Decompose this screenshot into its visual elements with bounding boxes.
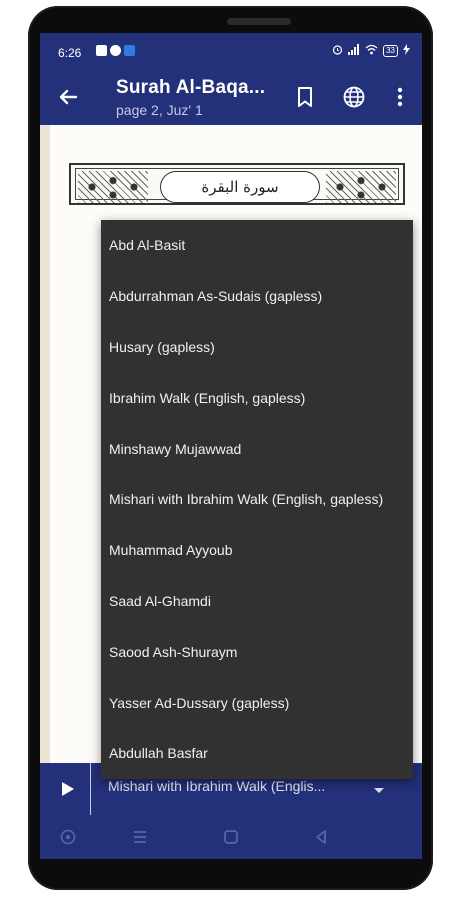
status-bar: 6:26 33: [40, 33, 422, 69]
play-icon: [62, 782, 74, 796]
alarm-icon: [332, 44, 343, 58]
reciter-option[interactable]: Abdurrahman As-Sudais (gapless): [101, 271, 413, 322]
reciter-dropdown-menu: Abd Al-Basit Abdurrahman As-Sudais (gapl…: [101, 220, 413, 779]
accessibility-button[interactable]: [59, 828, 77, 846]
reciter-option[interactable]: Mishari with Ibrahim Walk (English, gapl…: [101, 474, 413, 525]
more-options-button[interactable]: [387, 84, 413, 110]
dropdown-caret-icon: [374, 788, 384, 793]
reciter-option[interactable]: Abdullah Basfar: [101, 728, 413, 779]
app-toolbar: Surah Al-Baqa... page 2, Juz' 1: [40, 69, 422, 125]
accessibility-icon: [60, 829, 76, 845]
reciter-select[interactable]: Mishari with Ibrahim Walk (Englis...: [108, 778, 340, 794]
system-nav-bar: [40, 815, 422, 859]
surah-header-frame: سورة البقرة: [69, 163, 405, 205]
surah-name-header: سورة البقرة: [160, 171, 320, 203]
home-icon: [224, 830, 238, 844]
reciter-option[interactable]: Yasser Ad-Dussary (gapless): [101, 677, 413, 728]
ornament-left: [78, 171, 148, 203]
reciter-option[interactable]: Saood Ash-Shuraym: [101, 626, 413, 677]
page-title: Surah Al-Baqa...: [116, 77, 266, 98]
notification-icon: [96, 45, 107, 56]
battery-icon: 33: [383, 45, 398, 57]
reciter-option[interactable]: Saad Al-Ghamdi: [101, 576, 413, 627]
translation-button[interactable]: [341, 84, 367, 110]
play-button[interactable]: [54, 776, 80, 802]
wifi-icon: [365, 44, 378, 58]
app-screen: 6:26 33 Surah Al-Baqa... page 2, Juz' 1 …: [40, 33, 422, 859]
bookmark-icon: [298, 87, 312, 107]
recents-button[interactable]: [131, 828, 149, 846]
audio-divider: [90, 763, 91, 815]
status-time: 6:26: [58, 46, 82, 60]
globe-icon: [343, 86, 365, 108]
messenger-icon: [110, 45, 121, 56]
home-button[interactable]: [222, 828, 240, 846]
back-nav-button[interactable]: [312, 828, 330, 846]
reciter-select-caret[interactable]: [372, 783, 386, 793]
frame-border: سورة البقرة: [75, 168, 399, 203]
reciter-option[interactable]: Muhammad Ayyoub: [101, 525, 413, 576]
status-left-icons: [96, 45, 135, 56]
status-right-icons: 33: [332, 44, 410, 58]
signal-icon: [348, 44, 360, 58]
charging-icon: [403, 44, 410, 58]
reciter-option[interactable]: Ibrahim Walk (English, gapless): [101, 372, 413, 423]
reciter-option[interactable]: Minshawy Mujawwad: [101, 423, 413, 474]
reciter-option[interactable]: Abd Al-Basit: [101, 220, 413, 271]
back-icon: [316, 830, 326, 844]
more-vert-icon: [397, 87, 403, 107]
bookmark-button[interactable]: [292, 84, 318, 110]
app-icon: [124, 45, 135, 56]
recents-icon: [134, 831, 146, 843]
page-subtitle: page 2, Juz' 1: [116, 102, 203, 118]
ornament-right: [326, 171, 396, 203]
speaker-grille: [227, 18, 291, 25]
back-arrow-icon: [59, 89, 78, 105]
back-button[interactable]: [54, 83, 82, 111]
reciter-option[interactable]: Husary (gapless): [101, 322, 413, 373]
